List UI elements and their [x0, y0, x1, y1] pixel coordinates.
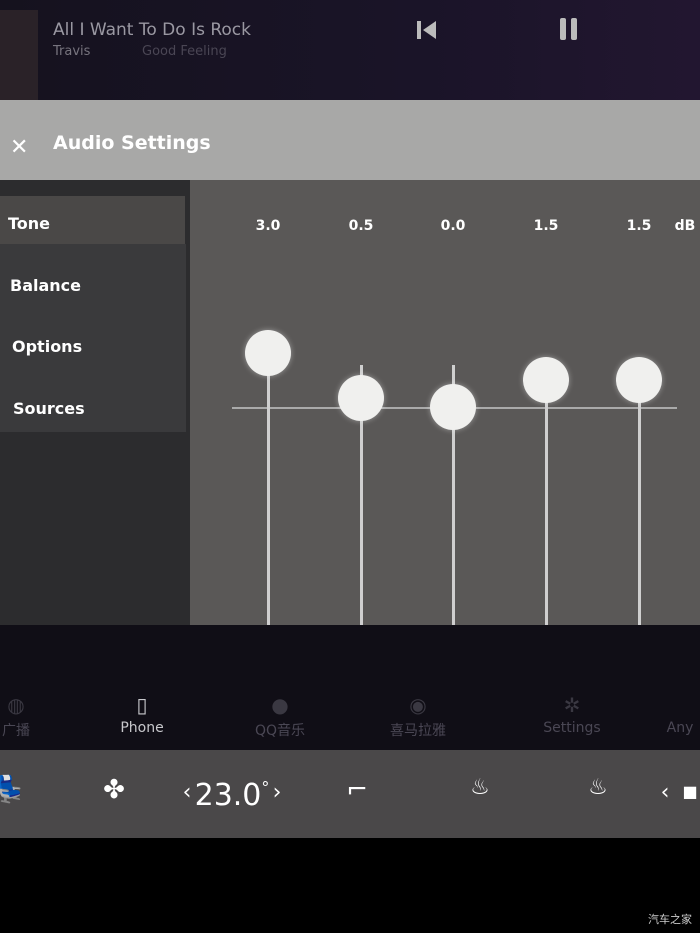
seat-left-icon[interactable]: 💺 — [0, 775, 26, 805]
rear-defrost-icon[interactable]: ♨ — [588, 775, 608, 800]
band-value: 0.5 — [348, 218, 374, 234]
app-item[interactable]: Phone — [120, 720, 163, 736]
artist-name: Travis — [53, 44, 91, 59]
app-bar: ◍ 广播 ▯ Phone ● QQ音乐 ◉ 喜马拉雅 ✲ Settings Any — [0, 625, 700, 750]
temp-up-button[interactable]: › — [273, 780, 282, 805]
skip-previous-icon[interactable] — [416, 20, 438, 40]
dialog-header: ✕ Audio Settings — [0, 100, 700, 180]
app-item[interactable]: Any — [667, 720, 694, 736]
ximalaya-icon: ◉ — [409, 693, 427, 717]
climate-bar: 💺 ✤ ‹ 23.0° › ⌐ ♨ ♨ ‹ ■ — [0, 750, 700, 838]
album-art[interactable] — [0, 10, 38, 102]
temperature-value: 23.0 — [194, 778, 262, 813]
slider-track[interactable] — [545, 365, 548, 643]
slider-knob[interactable] — [523, 357, 569, 403]
temp-down-button[interactable]: ‹ — [183, 780, 192, 805]
slider-track[interactable] — [267, 365, 270, 643]
gear-icon: ✲ — [563, 693, 581, 717]
sidebar-item-sources[interactable]: Sources — [13, 399, 85, 418]
band-value: 1.5 — [626, 218, 652, 234]
pause-icon[interactable] — [558, 17, 580, 41]
dialog-title: Audio Settings — [53, 132, 211, 154]
volume-icon[interactable]: ■ — [682, 782, 697, 801]
audio-settings-dialog: ✕ Audio Settings Tone Balance Options So… — [0, 100, 700, 683]
sidebar-item-options[interactable]: Options — [12, 337, 82, 356]
app-item[interactable]: Settings — [543, 720, 600, 736]
sidebar-item-balance[interactable]: Balance — [10, 276, 81, 295]
settings-sidebar: Tone Balance Options Sources — [0, 180, 190, 625]
front-defrost-icon[interactable]: ♨ — [470, 775, 490, 800]
app-item[interactable]: 喜马拉雅 — [390, 720, 446, 740]
now-playing-bar: All I Want To Do Is Rock Travis Good Fee… — [0, 0, 700, 102]
close-icon[interactable]: ✕ — [10, 135, 28, 160]
slider-knob[interactable] — [430, 384, 476, 430]
equalizer: dB 3.0BASS0.50.0MID1.51.5TREBLE — [190, 180, 700, 683]
sidebar-item-tone[interactable]: Tone — [8, 214, 50, 233]
album-name: Good Feeling — [142, 44, 227, 59]
temperature-unit: ° — [261, 778, 270, 797]
slider-track[interactable] — [638, 365, 641, 643]
globe-icon: ◍ — [7, 693, 25, 717]
slider-knob[interactable] — [616, 357, 662, 403]
phone-icon: ▯ — [136, 693, 148, 717]
slider-knob[interactable] — [338, 375, 384, 421]
chevron-left-icon[interactable]: ‹ — [661, 780, 670, 805]
music-icon: ● — [271, 693, 289, 717]
app-item[interactable]: 广播 — [2, 720, 30, 740]
unit-label: dB — [674, 218, 696, 234]
fan-icon[interactable]: ✤ — [103, 775, 125, 805]
watermark: 汽车之家 — [648, 913, 692, 926]
band-value: 1.5 — [533, 218, 559, 234]
seat-right-icon[interactable]: ⌐ — [346, 775, 368, 805]
app-item[interactable]: QQ音乐 — [255, 720, 305, 740]
song-title: All I Want To Do Is Rock — [53, 20, 251, 40]
temperature: 23.0° — [195, 778, 270, 813]
band-value: 0.0 — [440, 218, 466, 234]
slider-knob[interactable] — [245, 330, 291, 376]
band-value: 3.0 — [255, 218, 281, 234]
